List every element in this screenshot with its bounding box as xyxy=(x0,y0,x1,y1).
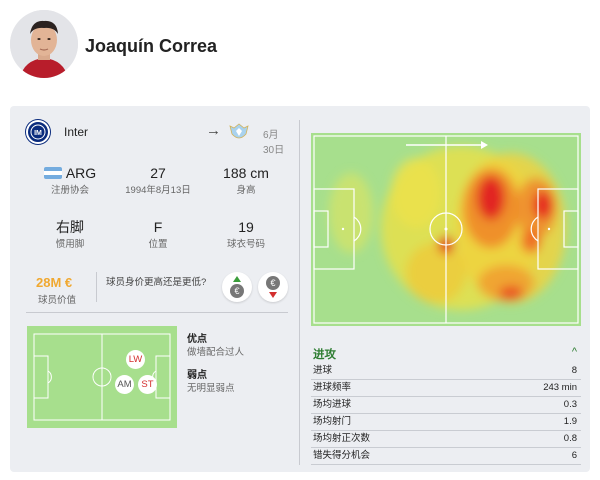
height-label: 身高 xyxy=(236,185,256,196)
euro-coin-icon: € xyxy=(230,284,244,298)
stat-foot: 右脚 惯用脚 xyxy=(26,218,114,251)
table-row: 场均进球 0.3 xyxy=(311,397,581,414)
row-label: 场均射正次数 xyxy=(313,433,371,444)
position-pitch: LW AM ST xyxy=(27,326,177,428)
position-value: F xyxy=(153,219,163,235)
argentina-flag-icon xyxy=(43,167,62,179)
strengths-title: 优点 xyxy=(187,334,207,345)
stat-height: 188 cm 身高 xyxy=(202,164,290,197)
player-header: Joaquín Correa xyxy=(10,10,590,80)
row-value: 8 xyxy=(571,365,577,376)
chevron-up-icon[interactable]: ^ xyxy=(572,346,577,358)
club-row: IM Inter → 6月30日 xyxy=(26,120,288,156)
player-avatar xyxy=(10,10,78,78)
row-value: 1.9 xyxy=(563,416,577,427)
row-label: 错失得分机会 xyxy=(313,450,371,461)
shirt-value: 19 xyxy=(238,219,254,235)
position-badge-am: AM xyxy=(115,375,134,394)
divider xyxy=(299,120,300,465)
stat-position: F 位置 xyxy=(114,218,202,251)
position-badge-st: ST xyxy=(138,375,157,394)
foot-value: 右脚 xyxy=(56,219,84,235)
weaknesses-title: 弱点 xyxy=(187,370,207,381)
player-name: Joaquín Correa xyxy=(85,36,218,56)
table-row: 错失得分机会 6 xyxy=(311,448,581,465)
strengths-text: 做墙配合过人 xyxy=(187,347,245,358)
attack-title: 进攻 xyxy=(313,349,336,361)
divider xyxy=(96,272,97,302)
player-info-card: IM Inter → 6月30日 ARG 注册协会 27 1994年8月13日 … xyxy=(10,106,590,472)
birth-date: 1994年8月13日 xyxy=(125,185,191,196)
euro-coin-icon: € xyxy=(266,276,280,290)
attack-section-header[interactable]: 进攻 ^ xyxy=(311,343,581,363)
arrow-right-icon: → xyxy=(206,122,221,139)
height-value: 188 cm xyxy=(223,165,269,181)
nationality-label: 注册协会 xyxy=(50,185,89,196)
market-value-row: 28M € 球员价值 球员身价更高还是更低? € € xyxy=(26,270,288,306)
stat-nationality: ARG 注册协会 xyxy=(26,164,114,197)
row-value: 0.3 xyxy=(563,399,577,410)
lazio-logo[interactable] xyxy=(228,122,250,142)
divider xyxy=(26,312,288,313)
transfer-date: 6月30日 xyxy=(263,130,285,156)
position-label: 位置 xyxy=(148,239,168,250)
vote-up-button[interactable]: € xyxy=(222,272,252,302)
inter-logo[interactable]: IM xyxy=(26,120,50,144)
heatmap xyxy=(311,133,581,326)
vote-down-icon xyxy=(269,292,277,298)
position-badge-lw: LW xyxy=(126,350,145,369)
attack-stats-table: 进球 8 进球频率 243 min 场均进球 0.3 场均射门 1.9 场均射正次数 0.… xyxy=(311,363,581,465)
club-name[interactable]: Inter xyxy=(64,125,88,139)
table-row: 场均射门 1.9 xyxy=(311,414,581,431)
stat-age: 27 1994年8月13日 xyxy=(114,164,202,197)
foot-label: 惯用脚 xyxy=(55,239,85,250)
row-value: 0.8 xyxy=(563,433,577,444)
nationality-value: ARG xyxy=(65,165,97,181)
row-label: 场均射门 xyxy=(313,416,352,427)
market-value-label: 球员价值 xyxy=(37,295,76,306)
vote-down-button[interactable]: € xyxy=(258,272,288,302)
shirt-label: 球衣号码 xyxy=(226,239,265,250)
table-row: 进球 8 xyxy=(311,363,581,380)
row-label: 进球 xyxy=(313,365,333,376)
weaknesses-text: 无明显弱点 xyxy=(187,383,235,394)
row-label: 场均进球 xyxy=(313,399,352,410)
table-row: 场均射正次数 0.8 xyxy=(311,431,581,448)
row-value: 243 min xyxy=(543,382,577,393)
market-value: 28M € xyxy=(36,275,73,290)
vote-up-icon xyxy=(233,276,241,282)
stat-shirt: 19 球衣号码 xyxy=(202,218,290,251)
age-value: 27 xyxy=(150,165,166,181)
row-label: 进球频率 xyxy=(313,382,352,393)
table-row: 进球频率 243 min xyxy=(311,380,581,397)
svg-text:IM: IM xyxy=(34,130,42,137)
row-value: 6 xyxy=(571,450,577,461)
market-value-question: 球员身价更高还是更低? xyxy=(106,277,207,288)
